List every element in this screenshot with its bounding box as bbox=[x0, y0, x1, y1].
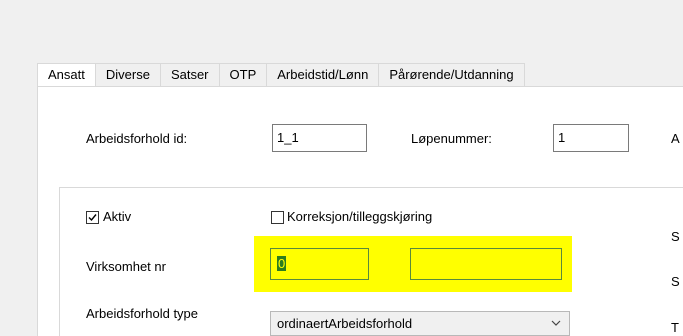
virksomhet-nr-field-2[interactable] bbox=[410, 248, 562, 280]
tab-arbeidstid-lonn[interactable]: Arbeidstid/Lønn bbox=[267, 63, 380, 86]
cut-off-label-s2: S bbox=[671, 274, 680, 289]
arbeidsforhold-type-label: Arbeidsforhold type bbox=[86, 306, 199, 321]
tab-diverse[interactable]: Diverse bbox=[95, 63, 161, 86]
tab-otp[interactable]: OTP bbox=[219, 63, 268, 86]
chevron-down-icon bbox=[551, 320, 561, 326]
cut-off-label: A bbox=[671, 131, 680, 146]
virksomhet-nr-label: Virksomhet nr bbox=[86, 259, 166, 274]
tab-parorende-utdanning[interactable]: Pårørende/Utdanning bbox=[379, 63, 525, 86]
cut-off-label-s1: S bbox=[671, 229, 680, 244]
korreksjon-label: Korreksjon/tilleggskjøring bbox=[287, 209, 433, 224]
arbeidsforhold-type-select[interactable]: ordinaertArbeidsforhold bbox=[270, 311, 570, 336]
arbeidsforhold-id-field[interactable]: 1_1 bbox=[272, 124, 367, 152]
tab-strip: Ansatt Diverse Satser OTP Arbeidstid/Løn… bbox=[37, 62, 683, 86]
aktiv-checkbox[interactable] bbox=[86, 211, 99, 224]
korreksjon-checkbox[interactable] bbox=[271, 211, 284, 224]
tab-ansatt[interactable]: Ansatt bbox=[37, 63, 96, 86]
aktiv-label: Aktiv bbox=[103, 209, 132, 224]
tab-satser[interactable]: Satser bbox=[160, 63, 220, 86]
lopenummer-label: Løpenummer: bbox=[411, 131, 492, 146]
lopenummer-field[interactable]: 1 bbox=[553, 124, 629, 152]
cut-off-label-t: T bbox=[671, 320, 679, 335]
virksomhet-nr-field[interactable]: 0 bbox=[270, 248, 369, 280]
virksomhet-nr-value: 0 bbox=[277, 256, 287, 271]
arbeidsforhold-id-label: Arbeidsforhold id: bbox=[86, 131, 188, 146]
checkmark-icon bbox=[88, 214, 97, 222]
arbeidsforhold-type-value: ordinaertArbeidsforhold bbox=[277, 316, 413, 331]
